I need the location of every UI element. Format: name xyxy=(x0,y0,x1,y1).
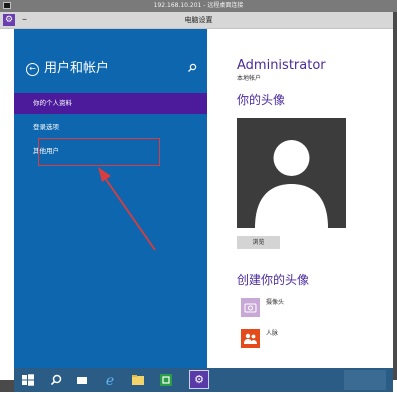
avatar xyxy=(237,118,346,228)
app-title-bar: ⚙ – 电脑设置 xyxy=(0,12,397,29)
right-edge-border xyxy=(393,12,397,380)
app-title: 电脑设置 xyxy=(184,16,213,24)
internet-explorer-icon[interactable]: e xyxy=(102,372,118,389)
people-label: 人脉 xyxy=(266,330,279,337)
pane-title: 用户和帐户 xyxy=(44,61,110,76)
settings-taskbar-icon[interactable]: ⚙ xyxy=(189,370,209,389)
nav-item-profile[interactable]: 你的个人资料 xyxy=(14,93,207,114)
svg-text:e: e xyxy=(106,373,114,388)
create-avatar-title: 创建你的头像 xyxy=(237,273,310,287)
account-type: 本地帐户 xyxy=(237,75,262,82)
browse-button[interactable]: 浏览 xyxy=(237,236,280,249)
file-explorer-icon[interactable] xyxy=(130,372,146,388)
account-name: Administrator xyxy=(237,58,326,73)
windows-start-icon[interactable] xyxy=(20,372,36,388)
search-taskbar-icon[interactable] xyxy=(48,372,64,388)
search-icon[interactable] xyxy=(187,63,197,73)
task-view-icon[interactable] xyxy=(74,372,90,388)
nav-item-sign-in-options[interactable]: 登录选项 xyxy=(14,117,207,138)
remote-desktop-title-bar: 192.168.10.201 - 远程桌面连接 xyxy=(0,0,397,12)
left-nav-pane: ← 用户和帐户 你的个人资料 登录选项 其他用户 xyxy=(14,29,207,368)
camera-label: 摄像头 xyxy=(266,299,285,306)
default-user-icon xyxy=(255,140,328,228)
people-option[interactable]: 人脉 xyxy=(241,329,391,349)
camera-icon xyxy=(241,298,260,317)
taskbar-tray xyxy=(344,370,386,390)
avatar-section-title: 你的头像 xyxy=(237,93,286,107)
remote-desktop-title: 192.168.10.201 - 远程桌面连接 xyxy=(153,2,244,9)
remote-frame-edge xyxy=(0,380,14,392)
annotation-highlight-box xyxy=(38,138,160,166)
store-icon[interactable] xyxy=(158,372,174,388)
camera-option[interactable]: 摄像头 xyxy=(241,298,391,318)
people-icon xyxy=(241,329,260,348)
back-arrow-icon[interactable]: ← xyxy=(26,63,39,76)
